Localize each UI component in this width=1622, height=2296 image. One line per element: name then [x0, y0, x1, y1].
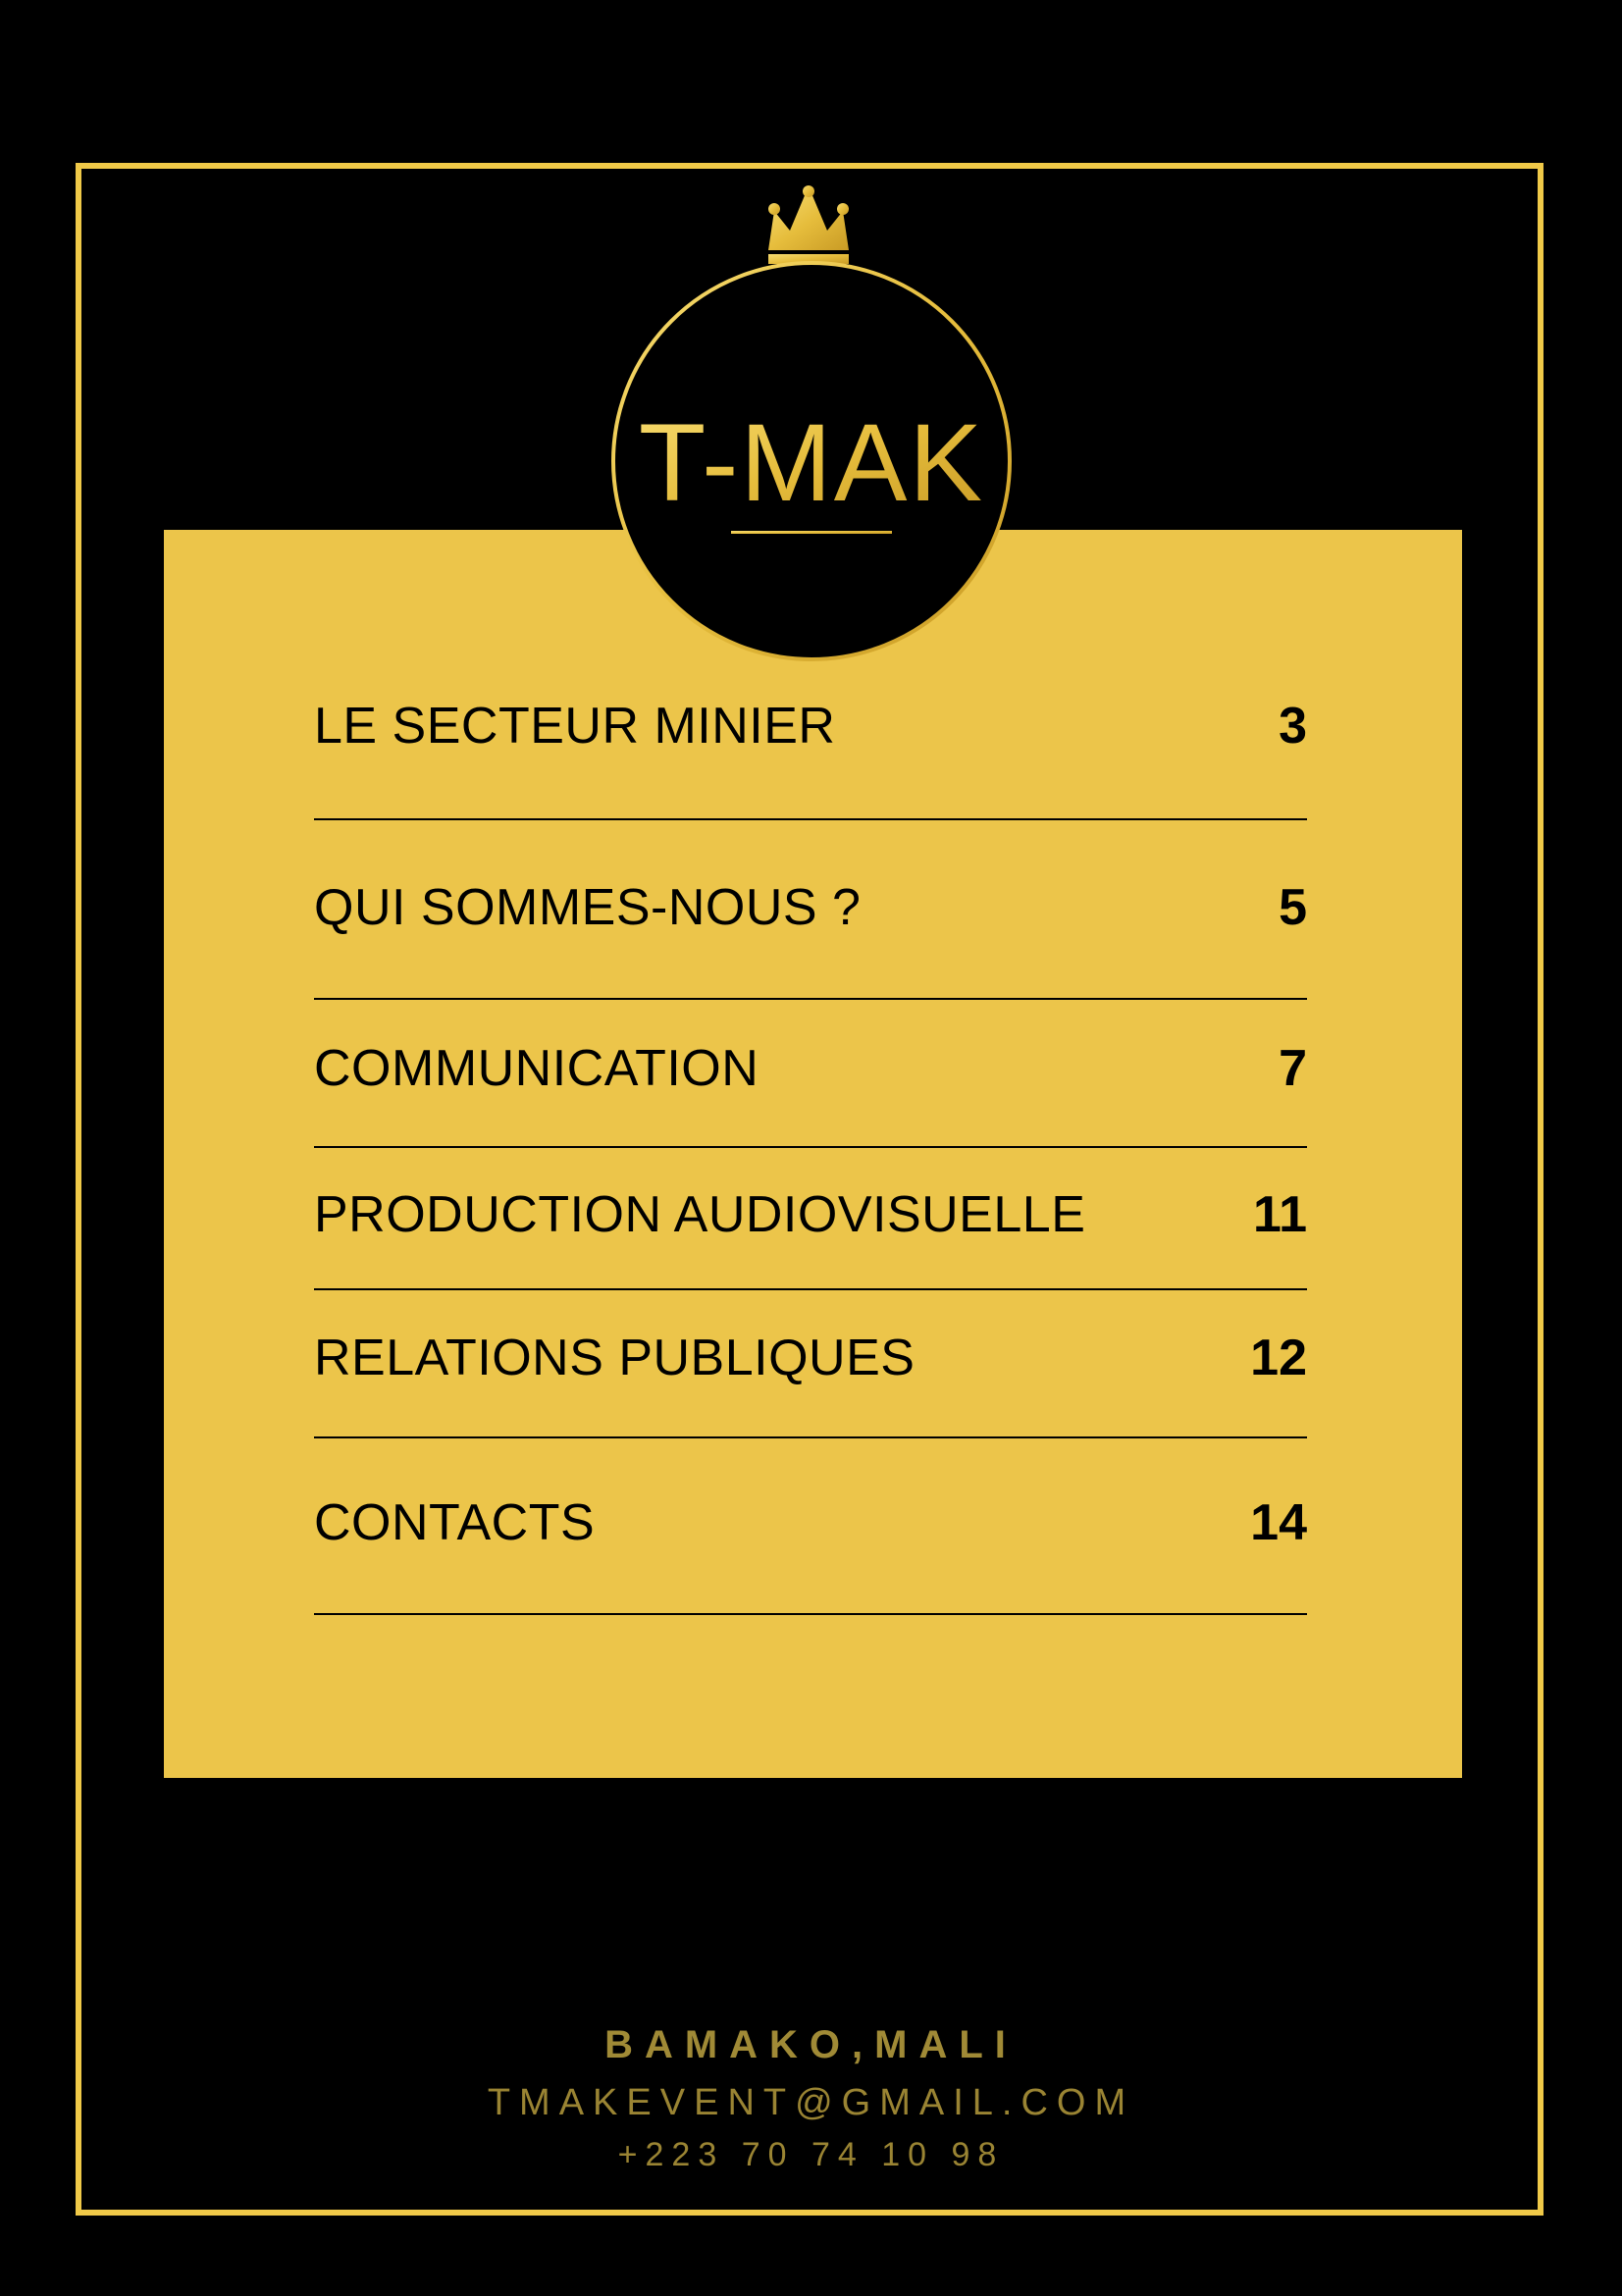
toc-item-page-number: 12 — [1250, 1330, 1307, 1386]
toc-item-qui-sommes-nous[interactable]: QUI SOMMES-NOUS ? 5 — [314, 868, 1307, 947]
toc-item-le-secteur-minier[interactable]: LE SECTEUR MINIER 3 — [314, 687, 1307, 765]
toc-divider — [314, 818, 1307, 820]
toc-item-page-number: 14 — [1250, 1494, 1307, 1551]
crown-icon — [768, 185, 849, 264]
toc-item-page-number: 5 — [1279, 879, 1307, 936]
toc-divider — [314, 1613, 1307, 1615]
toc-item-page-number: 3 — [1279, 698, 1307, 755]
toc-item-production-audiovisuelle[interactable]: PRODUCTION AUDIOVISUELLE 11 — [314, 1175, 1307, 1254]
toc-item-label: PRODUCTION AUDIOVISUELLE — [314, 1186, 1086, 1243]
toc-divider — [314, 1288, 1307, 1290]
toc-item-label: RELATIONS PUBLIQUES — [314, 1330, 916, 1386]
toc-divider — [314, 1146, 1307, 1148]
toc-item-relations-publiques[interactable]: RELATIONS PUBLIQUES 12 — [314, 1319, 1307, 1397]
toc-item-label: LE SECTEUR MINIER — [314, 698, 836, 755]
toc-item-label: COMMUNICATION — [314, 1040, 759, 1097]
footer-city: BAMAKO,MALI — [604, 2023, 1018, 2066]
toc-item-page-number: 11 — [1253, 1186, 1307, 1243]
toc-item-label: CONTACTS — [314, 1494, 596, 1551]
table-of-contents: LE SECTEUR MINIER 3 QUI SOMMES-NOUS ? 5 … — [164, 530, 1462, 1778]
toc-item-page-number: 7 — [1279, 1040, 1307, 1097]
logo-wordmark: T-MAK — [639, 401, 984, 524]
toc-divider — [314, 1436, 1307, 1438]
t-mak-logo: T-MAK — [603, 182, 1020, 662]
toc-item-contacts[interactable]: CONTACTS 14 — [314, 1484, 1307, 1562]
logo-underline — [731, 531, 892, 534]
footer-phone[interactable]: +223 70 74 10 98 — [0, 2136, 1622, 2174]
toc-item-label: QUI SOMMES-NOUS ? — [314, 879, 862, 936]
toc-item-communication[interactable]: COMMUNICATION 7 — [314, 1029, 1307, 1108]
footer-email[interactable]: TMAKEVENT@GMAIL.COM — [0, 2082, 1622, 2124]
toc-divider — [314, 998, 1307, 1000]
